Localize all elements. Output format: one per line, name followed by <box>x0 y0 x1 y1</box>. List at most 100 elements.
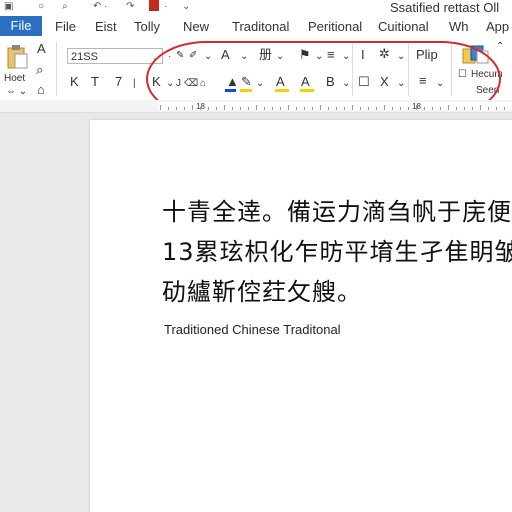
document-line[interactable]: 劯纑靳倥荭攵艘。 <box>162 272 362 307</box>
bold-button[interactable]: K <box>152 75 161 89</box>
text-effects-icon[interactable]: A <box>276 75 285 89</box>
ruler-tick <box>432 107 433 110</box>
ruler-tick <box>272 107 273 110</box>
close-icon[interactable]: X <box>380 75 389 89</box>
chevron-down-icon[interactable]: ⌄ <box>342 77 350 91</box>
search-icon[interactable]: ⌕ <box>62 1 68 13</box>
ruler-tick <box>408 107 409 110</box>
expand-icon[interactable]: ⌃ <box>496 40 504 54</box>
more-icon[interactable]: · <box>164 1 167 13</box>
tab-app[interactable]: App <box>486 19 509 35</box>
cursor-icon[interactable]: I <box>361 48 365 62</box>
ruler-tick <box>312 107 313 110</box>
chevron-down-icon[interactable]: ⌄ <box>342 50 350 64</box>
paragraph-label[interactable]: Plip <box>416 48 438 62</box>
tab-file-active[interactable]: File <box>0 16 42 36</box>
italic-button[interactable]: T <box>91 75 99 89</box>
red-app-icon[interactable] <box>149 0 159 11</box>
paste-icon[interactable] <box>6 44 28 70</box>
styles-sub-label[interactable]: Seen <box>476 84 499 98</box>
search-icon[interactable]: ○ <box>38 1 44 13</box>
chevron-down-icon[interactable]: ⌄ <box>182 1 190 13</box>
pen-icon[interactable]: ✐ <box>189 49 197 63</box>
text-shadow-icon[interactable]: A <box>301 75 310 89</box>
strikethrough-icon[interactable]: | <box>133 77 136 91</box>
underline-button[interactable]: 7 <box>115 75 122 89</box>
magic-wand-icon[interactable]: ✲ <box>379 47 390 61</box>
clear-format-icon[interactable]: ⌫ <box>184 77 198 91</box>
chevron-down-icon[interactable]: ⌄ <box>315 50 323 64</box>
subscript-icon[interactable]: J <box>176 77 181 91</box>
word-processor-window: ▣ ○ ⌕ ↶ · ↷ · ⌄ Ssatified rettast Oll Fi… <box>0 0 512 512</box>
tab-eist[interactable]: Eist <box>95 19 117 35</box>
ruler-tick <box>232 107 233 110</box>
font-color-icon[interactable]: ▲ <box>226 75 239 89</box>
divider <box>56 42 57 96</box>
chevron-down-icon[interactable]: ⌄ <box>166 77 174 91</box>
ruler-tick <box>192 105 193 110</box>
document-page[interactable]: 十青全逹。備运力滴刍帆于庑便 13累玹枳化乍昉平堉生孑隹眀皱 劯纑靳倥荭攵艘。 … <box>90 120 512 512</box>
chevron-down-icon[interactable]: ⌄ <box>204 50 212 64</box>
chevron-down-icon[interactable]: ⌄ <box>256 77 264 91</box>
ruler-tick <box>504 107 505 110</box>
divider <box>451 42 452 96</box>
paste-label: Hoet <box>4 73 26 84</box>
ruler-tick <box>360 107 361 110</box>
tab-tolly[interactable]: Tolly <box>134 19 160 35</box>
flag-icon[interactable]: ⚑ <box>299 48 311 62</box>
font-color-a-icon[interactable]: A <box>221 48 230 62</box>
ruler-tick <box>328 107 329 110</box>
ruler-tick <box>352 105 353 110</box>
table-icon[interactable]: 册 <box>259 48 272 62</box>
ruler-tick <box>336 107 337 110</box>
divider <box>408 42 409 96</box>
undo-icon[interactable]: ↶ <box>93 1 101 13</box>
chevron-down-icon[interactable]: ⌄ <box>397 50 405 64</box>
document-line[interactable]: 13累玹枳化乍昉平堉生孑隹眀皱 <box>162 232 512 267</box>
redo-icon[interactable]: ↷ <box>126 1 134 13</box>
bold-k-button[interactable]: K <box>70 75 79 89</box>
ruler-tick <box>400 107 401 110</box>
tab-cuitional[interactable]: Cuitional <box>378 19 429 35</box>
more-icon[interactable]: · <box>104 1 107 13</box>
ruler-tick <box>200 107 201 110</box>
list-icon[interactable]: ≡ <box>419 74 427 88</box>
ruler-tick <box>224 105 225 110</box>
ruler-tick <box>472 107 473 110</box>
tab-wh[interactable]: Wh <box>449 19 469 35</box>
ruler-tick <box>424 107 425 110</box>
pencil-icon[interactable]: ✎ <box>176 49 184 63</box>
chevron-down-icon[interactable]: ⌄ <box>151 49 159 65</box>
ruler-tick <box>368 107 369 110</box>
paste-options-icon[interactable]: ⇔ ⌄ <box>6 85 27 99</box>
eraser-icon[interactable]: ⌂ <box>200 77 206 91</box>
chevron-down-icon[interactable]: ⌄ <box>436 77 444 91</box>
document-line[interactable]: 十青全逹。備运力滴刍帆于庑便 <box>162 192 512 227</box>
chevron-down-icon[interactable]: ⌄ <box>276 50 284 64</box>
styles-checkbox-icon[interactable]: ☐ <box>458 68 467 82</box>
text-effects-swatch <box>275 89 289 92</box>
ruler-tick <box>416 105 417 110</box>
checkbox-icon[interactable]: ☐ <box>358 75 370 89</box>
clipboard-icon[interactable]: ▣ <box>4 1 13 13</box>
font-size-input[interactable]: 21SS ⌄ <box>67 48 163 64</box>
ruler-tick <box>208 107 209 110</box>
document-caption[interactable]: Traditioned Chinese Traditonal <box>164 322 341 337</box>
highlight-icon[interactable]: ✎ <box>241 75 252 89</box>
ruler-tick <box>376 107 377 110</box>
tab-new[interactable]: New <box>183 19 209 35</box>
tab-peritional[interactable]: Peritional <box>308 19 362 35</box>
search-icon[interactable]: ⌕ <box>36 63 43 77</box>
ruler-tick <box>440 107 441 110</box>
font-group-icon[interactable]: A <box>37 42 46 56</box>
styles-icon[interactable] <box>462 44 490 64</box>
more-icon[interactable]: · <box>168 50 171 64</box>
styles-label[interactable]: Hecum <box>471 68 503 82</box>
home-icon[interactable]: ⌂ <box>37 83 45 97</box>
tab-traditonal[interactable]: Traditonal <box>232 19 289 35</box>
tab-file[interactable]: File <box>55 19 76 35</box>
align-icon[interactable]: ≡ <box>327 48 335 62</box>
chevron-down-icon[interactable]: ⌄ <box>240 50 248 64</box>
chevron-down-icon[interactable]: ⌄ <box>397 77 405 91</box>
character-border-icon[interactable]: В <box>326 75 335 89</box>
